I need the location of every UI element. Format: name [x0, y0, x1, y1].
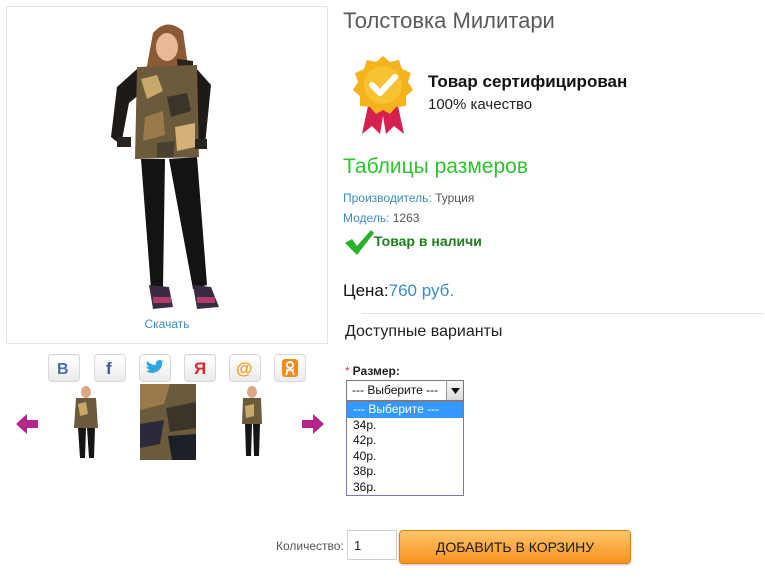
size-dropdown-list: --- Выберите --- 34р. 42р. 40р. 38р. 36р… — [346, 401, 464, 496]
model-value: 1263 — [392, 211, 420, 225]
add-to-cart-button[interactable]: ДОБАВИТЬ В КОРЗИНУ — [399, 530, 631, 564]
model-label: Модель: — [343, 211, 390, 225]
svg-text:B: B — [57, 361, 69, 377]
arrow-right-icon[interactable] — [300, 412, 326, 436]
odnoklassniki-icon[interactable] — [274, 354, 306, 382]
size-table-link[interactable]: Таблицы размеров — [343, 155, 528, 179]
product-photo — [111, 24, 219, 309]
thumbnail-1[interactable] — [66, 384, 106, 462]
quantity-label: Количество: — [276, 539, 344, 553]
size-select-value: --- Выберите --- — [352, 383, 439, 397]
mail-ru-icon[interactable]: @ — [229, 354, 261, 382]
product-title: Толстовка Милитари — [343, 8, 555, 33]
certificate-title: Товар сертифицирован — [428, 72, 628, 91]
svg-text:Я: Я — [194, 359, 206, 378]
twitter-icon[interactable] — [139, 354, 171, 382]
manufacturer-label[interactable]: Производитель: — [343, 191, 432, 205]
download-link[interactable]: Скачать — [7, 317, 327, 331]
size-option[interactable]: --- Выберите --- — [347, 402, 463, 418]
price-row: Цена:760 руб. — [343, 281, 454, 301]
vk-icon[interactable]: B — [48, 354, 80, 382]
chevron-down-icon[interactable] — [446, 381, 463, 400]
size-option[interactable]: 38р. — [347, 464, 463, 480]
price-label: Цена: — [343, 281, 389, 300]
svg-text:f: f — [106, 359, 112, 377]
size-label-text: Размер: — [352, 364, 400, 378]
manufacturer-value: Турция — [435, 191, 475, 205]
certificate-badge-icon — [353, 56, 413, 134]
thumbnail-carousel — [10, 384, 330, 464]
manufacturer-row: Производитель: Турция — [343, 191, 474, 205]
thumbnail-2[interactable] — [140, 384, 196, 460]
size-select[interactable]: --- Выберите --- — [346, 380, 464, 401]
yandex-icon[interactable]: Я — [184, 354, 216, 382]
facebook-icon[interactable]: f — [94, 354, 126, 382]
main-product-image[interactable]: Скачать — [6, 6, 328, 344]
size-option[interactable]: 36р. — [347, 480, 463, 496]
thumbnail-3[interactable] — [232, 384, 272, 462]
stock-status: Товар в наличи — [374, 233, 482, 249]
required-mark: * — [345, 364, 350, 378]
size-option[interactable]: 42р. — [347, 433, 463, 449]
size-option[interactable]: 34р. — [347, 418, 463, 434]
price-value: 760 руб. — [388, 281, 455, 300]
model-row: Модель: 1263 — [343, 211, 419, 225]
options-heading: Доступные варианты — [345, 323, 503, 340]
arrow-left-icon[interactable] — [14, 412, 40, 436]
quantity-input[interactable] — [347, 530, 397, 560]
divider — [362, 313, 764, 314]
checkmark-icon — [345, 230, 374, 255]
certificate-subtitle: 100% качество — [428, 96, 533, 113]
size-label: * Размер: — [345, 364, 400, 378]
size-option[interactable]: 40р. — [347, 449, 463, 465]
svg-text:@: @ — [236, 359, 253, 378]
